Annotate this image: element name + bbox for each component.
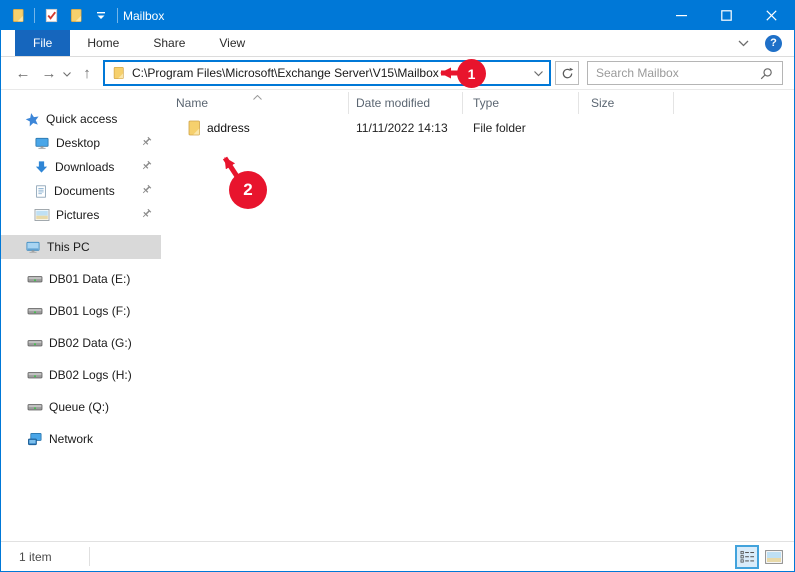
file-list-pane: Name Date modified Type Size address 11/… bbox=[161, 90, 794, 541]
sidebar-item-pictures[interactable]: Pictures bbox=[1, 203, 161, 227]
sidebar-item-desktop[interactable]: Desktop bbox=[1, 131, 161, 155]
close-button[interactable] bbox=[749, 1, 794, 30]
drive-icon bbox=[27, 276, 43, 283]
download-icon bbox=[35, 160, 48, 173]
tab-home[interactable]: Home bbox=[70, 30, 136, 56]
status-separator bbox=[89, 547, 90, 566]
sidebar-item-this-pc[interactable]: This PC bbox=[1, 235, 161, 259]
explorer-window: Mailbox File Home Share View ? ← → ↑ C:\… bbox=[0, 0, 795, 572]
navigation-bar: ← → ↑ C:\Program Files\Microsoft\Exchang… bbox=[1, 57, 794, 90]
sidebar-item-downloads[interactable]: Downloads bbox=[1, 155, 161, 179]
address-path[interactable]: C:\Program Files\Microsoft\Exchange Serv… bbox=[132, 66, 439, 80]
search-icon[interactable] bbox=[760, 67, 780, 80]
titlebar[interactable]: Mailbox bbox=[1, 1, 794, 30]
file-type: File folder bbox=[473, 121, 526, 135]
new-folder-icon[interactable] bbox=[67, 6, 85, 26]
back-icon[interactable]: ← bbox=[13, 66, 33, 81]
network-icon bbox=[28, 432, 42, 445]
star-icon bbox=[25, 112, 39, 126]
drive-icon bbox=[27, 308, 43, 315]
sidebar-item-documents[interactable]: Documents bbox=[1, 179, 161, 203]
file-name: address bbox=[207, 121, 250, 135]
pin-icon[interactable] bbox=[141, 184, 152, 198]
address-folder-icon bbox=[113, 66, 124, 80]
explorer-folder-icon bbox=[9, 6, 27, 26]
desktop-icon bbox=[35, 137, 49, 149]
column-header-type[interactable]: Type bbox=[463, 92, 579, 114]
titlebar-separator bbox=[34, 8, 35, 23]
details-view-button[interactable] bbox=[735, 545, 759, 569]
document-icon bbox=[36, 184, 46, 198]
window-title: Mailbox bbox=[123, 8, 165, 23]
picture-icon bbox=[34, 209, 50, 221]
expand-ribbon-chevron-icon[interactable] bbox=[738, 36, 749, 50]
tab-file[interactable]: File bbox=[15, 30, 71, 56]
drive-icon bbox=[27, 404, 43, 411]
recent-locations-chevron-icon[interactable] bbox=[61, 66, 73, 80]
status-bar: 1 item bbox=[1, 541, 794, 571]
pin-icon[interactable] bbox=[141, 208, 152, 222]
refresh-icon[interactable] bbox=[555, 61, 579, 85]
main-area: Quick access Desktop Downloads Documents bbox=[1, 90, 794, 541]
titlebar-separator bbox=[117, 8, 118, 23]
column-headers: Name Date modified Type Size bbox=[161, 90, 794, 116]
thumbnail-view-button[interactable] bbox=[762, 545, 786, 569]
customize-toolbar-chevron-icon[interactable] bbox=[92, 6, 110, 26]
navigation-pane: Quick access Desktop Downloads Documents bbox=[1, 90, 161, 541]
sort-ascending-icon bbox=[253, 90, 262, 103]
tab-view[interactable]: View bbox=[202, 30, 262, 56]
sidebar-item-db01-logs-f[interactable]: DB01 Logs (F:) bbox=[1, 295, 161, 327]
sidebar-item-db02-logs-h[interactable]: DB02 Logs (H:) bbox=[1, 359, 161, 391]
sidebar-item-db01-data-e[interactable]: DB01 Data (E:) bbox=[1, 263, 161, 295]
column-header-size[interactable]: Size bbox=[579, 92, 674, 114]
maximize-button[interactable] bbox=[704, 1, 749, 30]
drive-icon bbox=[27, 340, 43, 347]
tab-share[interactable]: Share bbox=[136, 30, 202, 56]
file-date-modified: 11/11/2022 14:13 bbox=[356, 121, 448, 135]
properties-check-icon[interactable] bbox=[42, 6, 60, 26]
address-dropdown-chevron-icon[interactable] bbox=[534, 66, 543, 80]
column-header-date-modified[interactable]: Date modified bbox=[349, 92, 463, 114]
drive-icon bbox=[27, 372, 43, 379]
file-row-address[interactable]: address 11/11/2022 14:13 File folder bbox=[161, 116, 794, 140]
sidebar-item-quick-access[interactable]: Quick access bbox=[1, 107, 161, 131]
pin-icon[interactable] bbox=[141, 136, 152, 150]
sidebar-item-queue-q[interactable]: Queue (Q:) bbox=[1, 391, 161, 423]
search-input[interactable] bbox=[588, 66, 760, 80]
minimize-button[interactable] bbox=[659, 1, 704, 30]
pin-icon[interactable] bbox=[141, 160, 152, 174]
forward-icon[interactable]: → bbox=[39, 66, 59, 81]
up-icon[interactable]: ↑ bbox=[77, 66, 97, 81]
search-box bbox=[587, 61, 783, 85]
help-icon[interactable]: ? bbox=[765, 34, 782, 52]
item-count: 1 item bbox=[19, 549, 52, 564]
sidebar-item-network[interactable]: Network bbox=[1, 423, 161, 455]
sidebar-item-db02-data-g[interactable]: DB02 Data (G:) bbox=[1, 327, 161, 359]
ribbon-tab-bar: File Home Share View ? bbox=[1, 30, 794, 57]
computer-icon bbox=[26, 241, 40, 253]
address-bar[interactable]: C:\Program Files\Microsoft\Exchange Serv… bbox=[103, 60, 551, 86]
folder-icon bbox=[188, 120, 200, 136]
